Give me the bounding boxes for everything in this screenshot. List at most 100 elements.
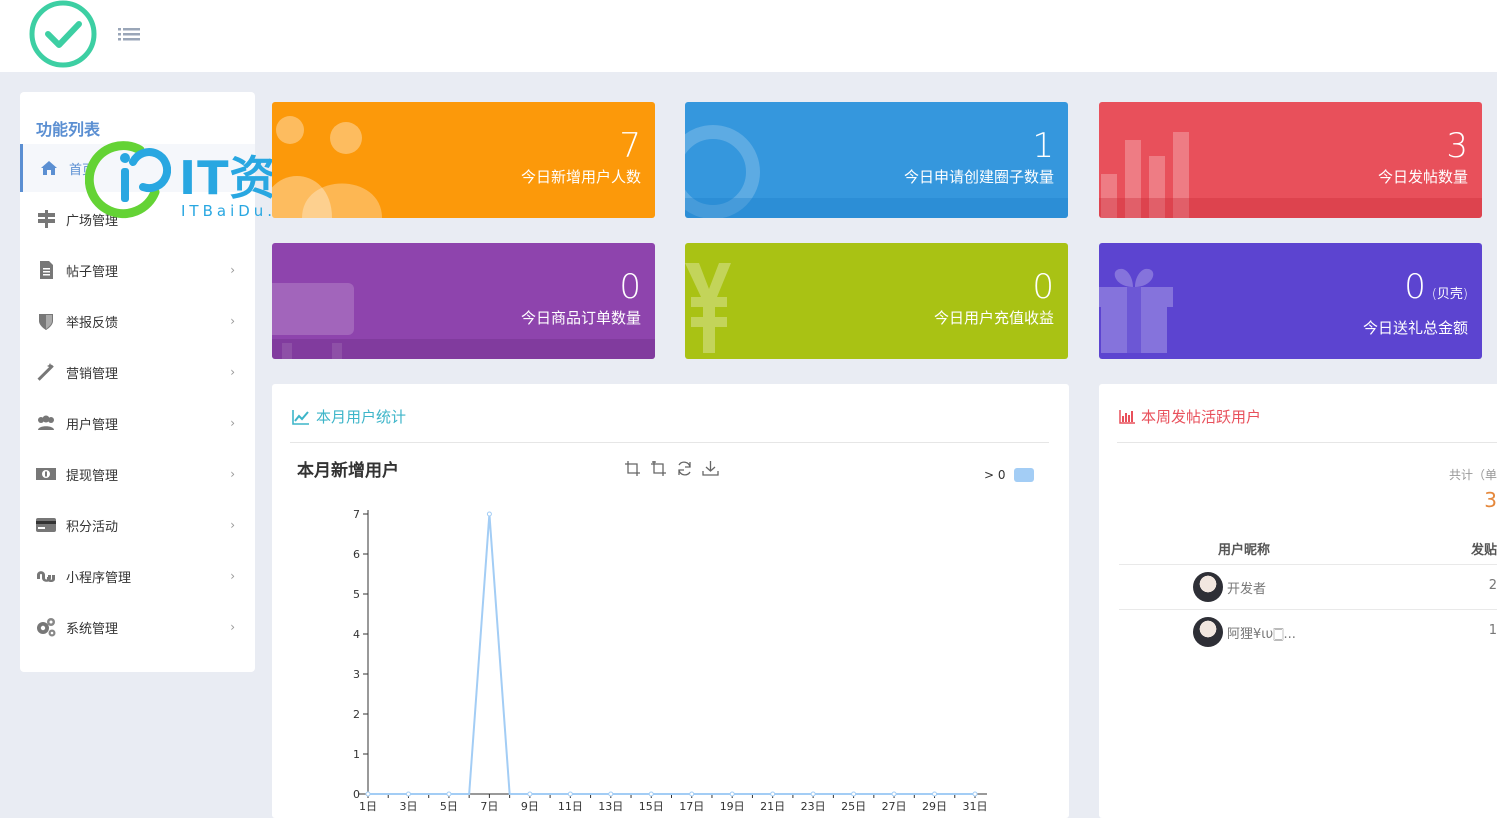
sidebar-title: 功能列表	[36, 120, 101, 139]
data-point	[770, 791, 776, 797]
data-point	[365, 791, 371, 797]
sidebar-item-label: 小程序管理	[66, 570, 132, 586]
sidebar-item-marketing[interactable]: 营销管理 ›	[20, 348, 255, 396]
panel-title: 本月用户统计	[292, 406, 406, 427]
stat-value: 1	[1032, 126, 1054, 166]
panel-title-text: 本月用户统计	[316, 408, 407, 426]
stat-number: 0	[1404, 267, 1426, 307]
document-icon	[40, 261, 53, 279]
data-point	[405, 791, 411, 797]
zoom-icon[interactable]	[624, 460, 641, 477]
data-point	[932, 791, 938, 797]
sidebar-item-square[interactable]: 广场管理	[20, 195, 255, 243]
data-point	[648, 791, 654, 797]
data-point	[527, 791, 533, 797]
stat-label: 今日发帖数量	[1377, 168, 1468, 186]
total-label: 共计（单	[1448, 468, 1497, 482]
stat-card-orders[interactable]: 0 今日商品订单数量	[272, 243, 655, 359]
card-strip	[685, 198, 1068, 218]
data-point	[608, 791, 614, 797]
sidebar-item-label: 用户管理	[66, 417, 119, 433]
x-tick-label: 1日	[359, 800, 377, 813]
col-nickname: 用户昵称	[1218, 543, 1271, 558]
sidebar-item-label: 广场管理	[66, 213, 119, 229]
download-icon[interactable]	[702, 460, 719, 477]
stat-card-new-users[interactable]: 7 今日新增用户人数	[272, 102, 655, 218]
stat-label: 今日新增用户人数	[520, 168, 641, 186]
legend-swatch	[1013, 468, 1034, 482]
col-posts: 发贴	[1470, 543, 1497, 558]
stat-label: 今日商品订单数量	[520, 309, 641, 327]
chevron-right-icon: ›	[230, 314, 235, 328]
stat-card-gifts[interactable]: 0 (贝壳) 今日送礼总金额	[1099, 243, 1482, 359]
list-icon[interactable]	[118, 26, 140, 44]
chevron-right-icon: ›	[230, 365, 235, 379]
users-icon	[272, 116, 382, 218]
gift-icon	[1099, 268, 1173, 353]
data-point	[689, 791, 695, 797]
table-row[interactable]: 开发者 2	[1119, 564, 1497, 609]
data-point	[810, 791, 816, 797]
y-tick-label: 7	[353, 508, 360, 521]
sidebar-item-miniprogram[interactable]: 小程序管理 ›	[20, 552, 255, 600]
panel-title: 本周发帖活跃用户	[1119, 406, 1261, 427]
post-count: 1	[1488, 623, 1497, 638]
legend-label: > 0	[984, 468, 1006, 482]
gears-icon	[37, 618, 56, 637]
sidebar-item-label: 帖子管理	[66, 264, 119, 280]
post-count: 2	[1488, 578, 1497, 593]
chevron-right-icon: ›	[230, 263, 235, 277]
x-tick-label: 9日	[521, 800, 539, 813]
sidebar-item-withdraw[interactable]: 提现管理 ›	[20, 450, 255, 498]
x-tick-label: 29日	[922, 800, 947, 813]
chevron-right-icon: ›	[230, 416, 235, 430]
stat-card-recharge[interactable]: 0 今日用户充值收益	[685, 243, 1068, 359]
chevron-right-icon: ›	[230, 518, 235, 532]
series-line	[368, 513, 975, 795]
sidebar-item-label: 积分活动	[66, 519, 119, 535]
sidebar-item-posts[interactable]: 帖子管理 ›	[20, 246, 255, 294]
sidebar-item-home[interactable]: 首页	[20, 144, 255, 192]
y-tick-label: 3	[353, 668, 360, 681]
total-value: 3	[1484, 488, 1497, 512]
sidebar-item-points[interactable]: 积分活动 ›	[20, 501, 255, 549]
sidebar-item-label: 举报反馈	[66, 315, 119, 331]
line-chart-icon	[292, 409, 309, 425]
stat-value: 0 (贝壳)	[1404, 267, 1468, 307]
zoom-reset-icon[interactable]	[650, 460, 667, 477]
restore-icon[interactable]	[676, 460, 693, 477]
chart-title: 本月新增用户	[297, 461, 399, 481]
avatar	[1193, 617, 1223, 647]
y-tick-label: 5	[353, 588, 360, 601]
card-strip	[1099, 198, 1482, 218]
stat-value: 0	[619, 267, 641, 307]
sidebar-item-users[interactable]: 用户管理 ›	[20, 399, 255, 447]
monthly-users-panel: 本月用户统计 本月新增用户 > 0 0 1 2 3 4 5 6 7 1日 3日 5日 7日 9日 11日 1…	[272, 384, 1069, 818]
stat-value: 0	[1032, 267, 1054, 307]
table-row[interactable]: 阿狸¥ιυ🀆... 1	[1119, 609, 1497, 654]
sidebar-item-reports[interactable]: 举报反馈 ›	[20, 297, 255, 345]
stat-card-posts[interactable]: 3 今日发帖数量	[1099, 102, 1482, 218]
x-tick-label: 7日	[480, 800, 498, 813]
data-point	[486, 511, 492, 517]
sidebar-item-system[interactable]: 系统管理 ›	[20, 603, 255, 651]
line-chart: 012345671日 3日 5日 7日 9日 11日 13日 15日 17日 19日 21日 23日 2…	[353, 508, 988, 813]
user-nickname: 开发者	[1227, 582, 1267, 597]
divider	[1117, 442, 1497, 443]
sidebar-item-label: 提现管理	[66, 468, 119, 484]
data-point	[851, 791, 857, 797]
y-tick-label: 4	[353, 628, 360, 641]
stat-label: 今日申请创建圈子数量	[903, 168, 1054, 186]
x-tick-label: 11日	[558, 800, 583, 813]
users-icon	[38, 415, 54, 430]
stat-card-circle-applications[interactable]: 1 今日申请创建圈子数量	[685, 102, 1068, 218]
card-strip	[272, 339, 655, 359]
data-point	[972, 791, 978, 797]
sidebar-item-label: 系统管理	[66, 621, 119, 637]
chevron-right-icon: ›	[230, 620, 235, 634]
chart-toolbox	[624, 460, 719, 477]
stat-value: 3	[1446, 126, 1468, 166]
y-tick-label: 6	[353, 548, 360, 561]
chart-legend[interactable]: > 0	[984, 468, 1034, 482]
check-circle-icon[interactable]	[27, 0, 99, 70]
